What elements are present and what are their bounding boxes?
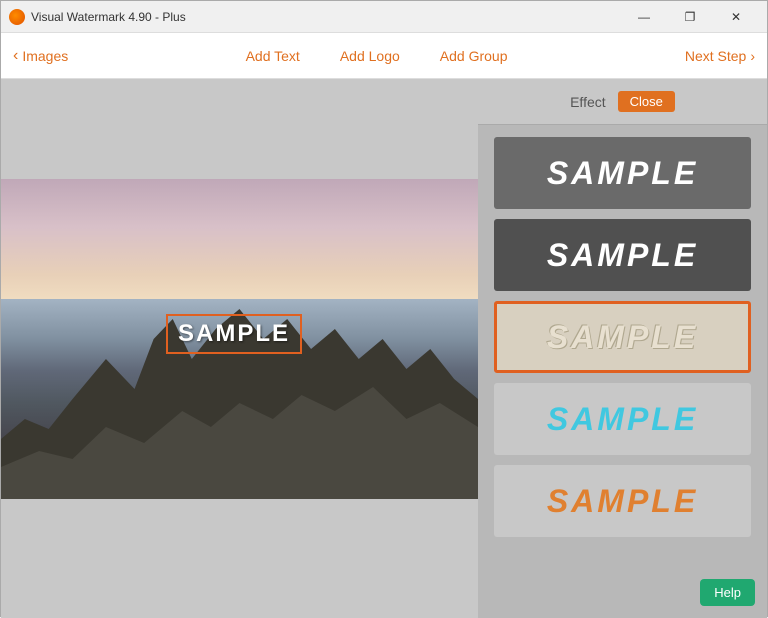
effects-list[interactable]: SAMPLE SAMPLE SAMPLE SAMPLE SAMPLE (478, 125, 767, 618)
back-nav[interactable]: ‹ Images (13, 47, 68, 65)
sky-gradient (1, 179, 478, 299)
effect-item-2[interactable]: SAMPLE (494, 219, 751, 291)
effect-item-1[interactable]: SAMPLE (494, 137, 751, 209)
effect-3-sample: SAMPLE (547, 319, 698, 356)
chevron-right-icon: › (750, 48, 755, 64)
toolbar-center: Add Text Add Logo Add Group (68, 48, 685, 64)
next-step-nav[interactable]: Next Step › (685, 48, 755, 64)
add-logo-button[interactable]: Add Logo (340, 48, 400, 64)
watermark-text: SAMPLE (178, 320, 290, 347)
effect-item-5[interactable]: SAMPLE (494, 465, 751, 537)
effect-item-3[interactable]: SAMPLE (494, 301, 751, 373)
image-area: SAMPLE (1, 179, 478, 499)
minimize-button[interactable]: — (621, 1, 667, 33)
app-title: Visual Watermark 4.90 - Plus (31, 10, 621, 24)
app-icon (9, 9, 25, 25)
image-panel: SAMPLE (1, 79, 478, 618)
effects-panel: Effect Close SAMPLE SAMPLE SAMPLE SAMPLE (478, 79, 767, 618)
image-top-bar (1, 79, 478, 179)
image-bottom-area (1, 499, 478, 618)
effect-label: Effect (570, 94, 606, 110)
effects-header: Effect Close (478, 79, 767, 125)
add-text-button[interactable]: Add Text (246, 48, 300, 64)
window-controls: — ❐ ✕ (621, 1, 759, 33)
watermark-overlay[interactable]: SAMPLE (166, 314, 302, 354)
add-group-button[interactable]: Add Group (440, 48, 508, 64)
effect-5-sample: SAMPLE (547, 483, 698, 520)
close-effect-button[interactable]: Close (618, 91, 675, 112)
effect-item-4[interactable]: SAMPLE (494, 383, 751, 455)
effect-2-sample: SAMPLE (547, 237, 698, 274)
toolbar: ‹ Images Add Text Add Logo Add Group Nex… (1, 33, 767, 79)
images-nav-label[interactable]: Images (22, 48, 68, 64)
help-button[interactable]: Help (700, 579, 755, 606)
close-button[interactable]: ✕ (713, 1, 759, 33)
effect-4-sample: SAMPLE (547, 401, 698, 438)
titlebar: Visual Watermark 4.90 - Plus — ❐ ✕ (1, 1, 767, 33)
chevron-left-icon: ‹ (13, 47, 18, 65)
next-step-label[interactable]: Next Step (685, 48, 746, 64)
maximize-button[interactable]: ❐ (667, 1, 713, 33)
main-content: SAMPLE Effect Close SAMPLE SAMPLE SAMPLE (1, 79, 767, 618)
effect-1-sample: SAMPLE (547, 155, 698, 192)
